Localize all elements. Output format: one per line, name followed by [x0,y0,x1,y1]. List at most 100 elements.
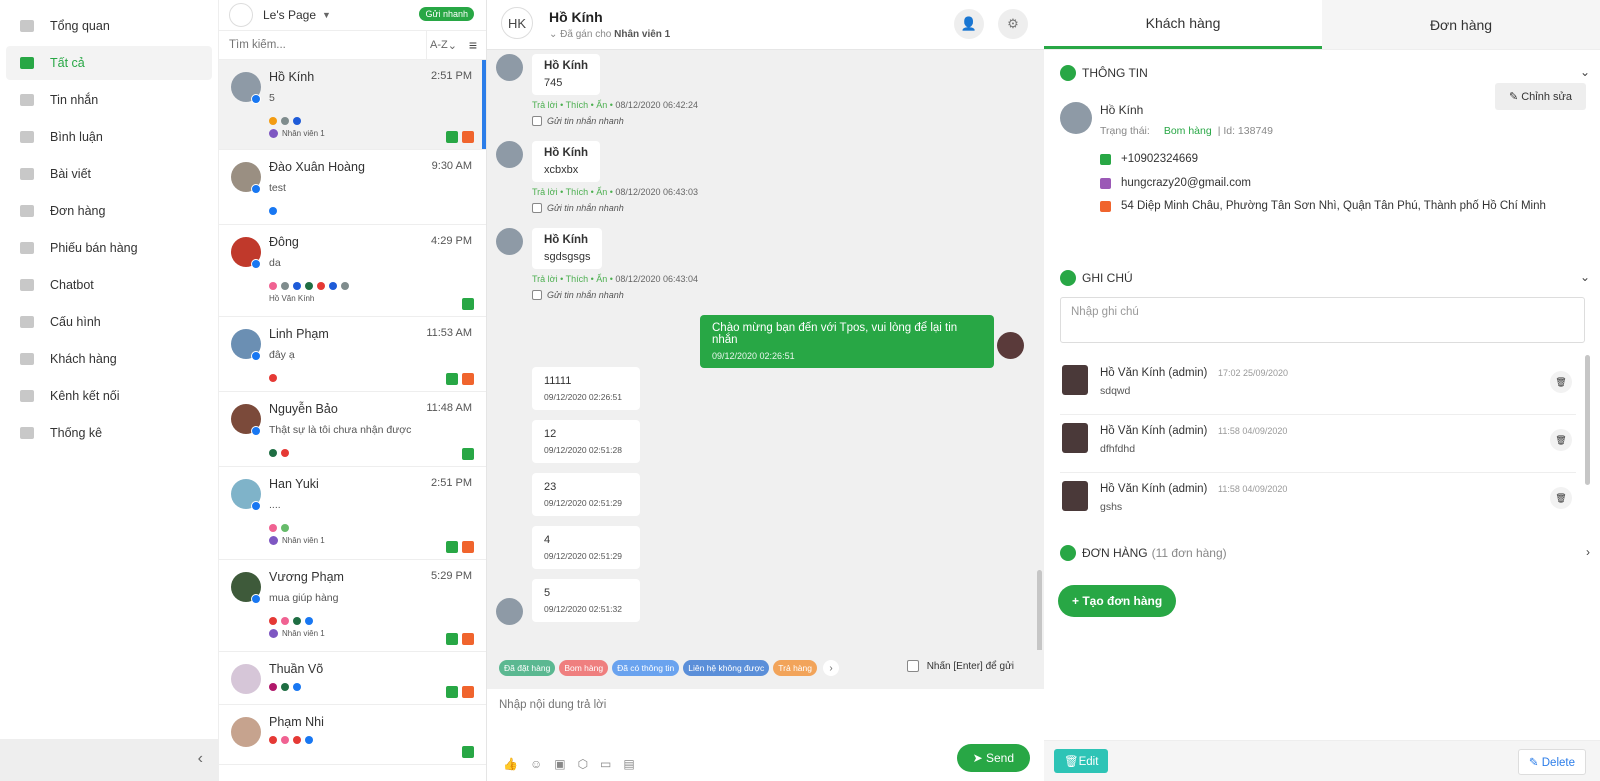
message-bubble: 23 09/12/2020 02:51:29 [532,473,640,516]
trash-icon[interactable]: 🗑 [1550,371,1572,393]
chevron-right-icon[interactable]: › [1586,545,1590,559]
nav-customers[interactable]: Khách hàng [6,342,212,376]
like-icon[interactable]: 👍 [503,757,518,771]
emoji-icon[interactable]: ☺ [530,757,542,771]
tag-dots [269,680,476,691]
chevron-right-icon[interactable]: › [823,660,839,676]
assign-user-button[interactable]: 👤 [954,9,984,39]
transfer-button[interactable]: ⚙ [998,9,1028,39]
tag-dots [269,446,476,457]
message-bubble: Hồ Kính xcbxbx [532,141,601,182]
avatar [1062,365,1088,395]
tag-ordered[interactable]: Đã đặt hàng [499,660,556,676]
nav-config[interactable]: Cấu hình [6,305,212,339]
message-bubble: 4 09/12/2020 02:51:29 [532,526,640,569]
sort-select[interactable]: A-Z ⌄ [426,31,460,59]
location-icon [462,373,474,385]
quick-reply-checkbox[interactable]: Gửi tin nhắn nhanh [532,116,624,126]
info-section-header[interactable]: THÔNG TIN [1060,65,1148,81]
post-icon [20,168,34,180]
location-icon [462,633,474,645]
tag-has-info[interactable]: Đã có thông tin [612,660,680,676]
create-order-button[interactable]: + Tạo đơn hàng [1058,585,1177,617]
note-item: Hồ Văn Kính (admin) 11:58 04/09/2020 dfhfd… [1060,415,1576,473]
conversation-panel: Le's Page ▼ Gửi nhanh A-Z⌄ ≡ Hồ Kính2:51… [219,0,487,781]
messenger-icon [251,351,261,361]
quick-reply-checkbox[interactable]: Gửi tin nhắn nhanh [532,290,624,300]
phone-icon [462,448,474,460]
quick-send-button[interactable]: Gửi nhanh [419,7,474,21]
nav-comments[interactable]: Bình luận [6,120,212,154]
nav-overview[interactable]: Tổng quan [6,9,212,43]
conversation-item[interactable]: Phạm Nhi [219,705,486,765]
nav-orders[interactable]: Đơn hàng [6,194,212,228]
nav-stats[interactable]: Thống kê [6,416,212,450]
tag-bom[interactable]: Bom hàng [559,660,609,676]
nav-channels[interactable]: Kênh kết nối [6,379,212,413]
conversation-item[interactable]: Linh Phạm 11:53 AM đây ạ [219,317,486,392]
reply-input[interactable] [499,699,919,729]
mail-icon [1100,177,1111,189]
note-input[interactable]: Nhập ghi chú [1060,297,1585,343]
message-actions[interactable]: Trả lời • Thích • Ẩn • 08/12/2020 06:43:… [532,187,698,197]
conversation-item[interactable]: Thuần Võ [219,652,486,705]
conversation-item[interactable]: Đông 4:29 PM da Hồ Văn Kính [219,225,486,317]
avatar [1060,102,1092,134]
filter-icon[interactable]: ≡ [460,31,486,59]
enter-to-send-checkbox[interactable]: Nhấn [Enter] để gửi [906,660,1014,672]
nav-invoices[interactable]: Phiếu bán hàng [6,231,212,265]
conversation-item[interactable]: Hồ Kính 2:51 PM 5 Nhân viên 1 [219,60,486,150]
tag-return[interactable]: Trả hàng [773,660,817,676]
tab-customer[interactable]: Khách hàng [1044,0,1322,49]
tag-dots [269,371,476,382]
send-button[interactable]: ➤ Send [956,744,1030,772]
outgoing-message: Chào mừng bạn đến với Tpos, vui lòng để … [700,315,994,368]
scrollbar[interactable] [1585,355,1590,485]
message-template-icon[interactable]: ▭ [600,757,611,771]
quick-reply-checkbox[interactable]: Gửi tin nhắn nhanh [532,203,624,213]
page-selector[interactable]: Le's Page ▼ Gửi nhanh [219,0,486,30]
tag-unreachable[interactable]: Liên hệ không được [683,660,770,676]
notes-section-header[interactable]: GHI CHÚ [1060,270,1133,286]
dashboard-icon [20,20,34,32]
conversation-item[interactable]: Đào Xuân Hoàng 9:30 AM test [219,150,486,225]
avatar: HK [501,7,533,39]
message-actions[interactable]: Trả lời • Thích • Ẩn • 08/12/2020 06:42:… [532,100,698,110]
message-bubble: 5 09/12/2020 02:51:32 [532,579,640,622]
conversation-item[interactable]: Nguyễn Bảo 11:48 AM Thật sự là tôi chưa n… [219,392,486,467]
phone-icon [446,131,458,143]
messenger-icon [251,501,261,511]
sidebar-collapse[interactable]: ‹ [0,739,219,781]
delete-button[interactable]: ✎ Delete [1517,749,1586,775]
sidebar: Tổng quan Tất cả Tin nhắn Bình luận Bài … [0,0,219,781]
edit-button[interactable]: 🗑Edit [1054,749,1109,773]
conversation-item[interactable]: Han Yuki 2:51 PM .... Nhân viên 1 [219,467,486,560]
edit-info-button[interactable]: ✎ Chỉnh sửa [1494,83,1586,110]
tab-orders[interactable]: Đơn hàng [1322,0,1600,49]
product-icon[interactable]: ⬡ [578,757,588,771]
inbox-icon [20,57,34,69]
nav-all[interactable]: Tất cả [6,46,212,80]
scrollbar[interactable] [1037,570,1042,650]
nav-posts[interactable]: Bài viết [6,157,212,191]
customer-panel: Khách hàng Đơn hàng THÔNG TIN ⌄ ✎ Chỉnh … [1044,0,1600,781]
orders-section-header[interactable]: ĐƠN HÀNG (11 đơn hàng) [1060,545,1227,561]
phone-row: +10902324669 [1100,153,1198,165]
tag-dots [269,114,476,125]
page-name: Le's Page [263,8,316,22]
search-input[interactable] [219,31,426,59]
chevron-down-icon[interactable]: ⌄ [1580,270,1590,284]
cart-icon [20,205,34,217]
nav-chatbot[interactable]: Chatbot [6,268,212,302]
chevron-down-icon[interactable]: ⌄ [1580,65,1590,79]
document-icon[interactable]: ▤ [623,757,634,771]
chevron-down-icon: ▼ [322,10,331,20]
conversation-item[interactable]: Vương Phạm 5:29 PM mua giúp hàng Nhân viê… [219,560,486,652]
assignee: Nhân viên 1 [269,129,476,138]
phone-icon [446,373,458,385]
trash-icon[interactable]: 🗑 [1550,487,1572,509]
nav-messages[interactable]: Tin nhắn [6,83,212,117]
trash-icon[interactable]: 🗑 [1550,429,1572,451]
message-actions[interactable]: Trả lời • Thích • Ẩn • 08/12/2020 06:43:… [532,274,698,284]
image-icon[interactable]: ▣ [554,757,565,771]
